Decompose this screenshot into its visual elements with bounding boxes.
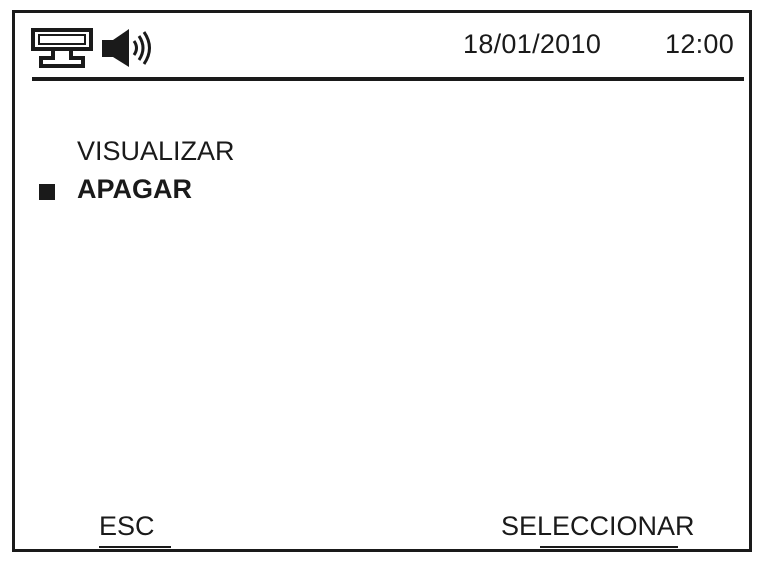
- menu-item-visualizar[interactable]: VISUALIZAR: [77, 136, 235, 167]
- device-screen: 18/01/2010 12:00 VISUALIZAR APAGAR ESC S…: [12, 10, 752, 552]
- time-display: 12:00: [665, 29, 735, 59]
- status-divider: [32, 77, 744, 81]
- status-bar: 18/01/2010 12:00: [15, 13, 749, 79]
- menu-item-apagar[interactable]: APAGAR: [77, 174, 192, 205]
- esc-softkey[interactable]: ESC: [99, 511, 155, 542]
- select-softkey-underline: [540, 546, 678, 548]
- date-display: 18/01/2010: [463, 29, 602, 59]
- select-softkey[interactable]: SELECCIONAR: [501, 511, 695, 542]
- selection-marker-icon: [39, 184, 55, 200]
- speaker-icon: [102, 29, 151, 67]
- esc-softkey-underline: [99, 546, 171, 548]
- network-icon: [31, 28, 93, 68]
